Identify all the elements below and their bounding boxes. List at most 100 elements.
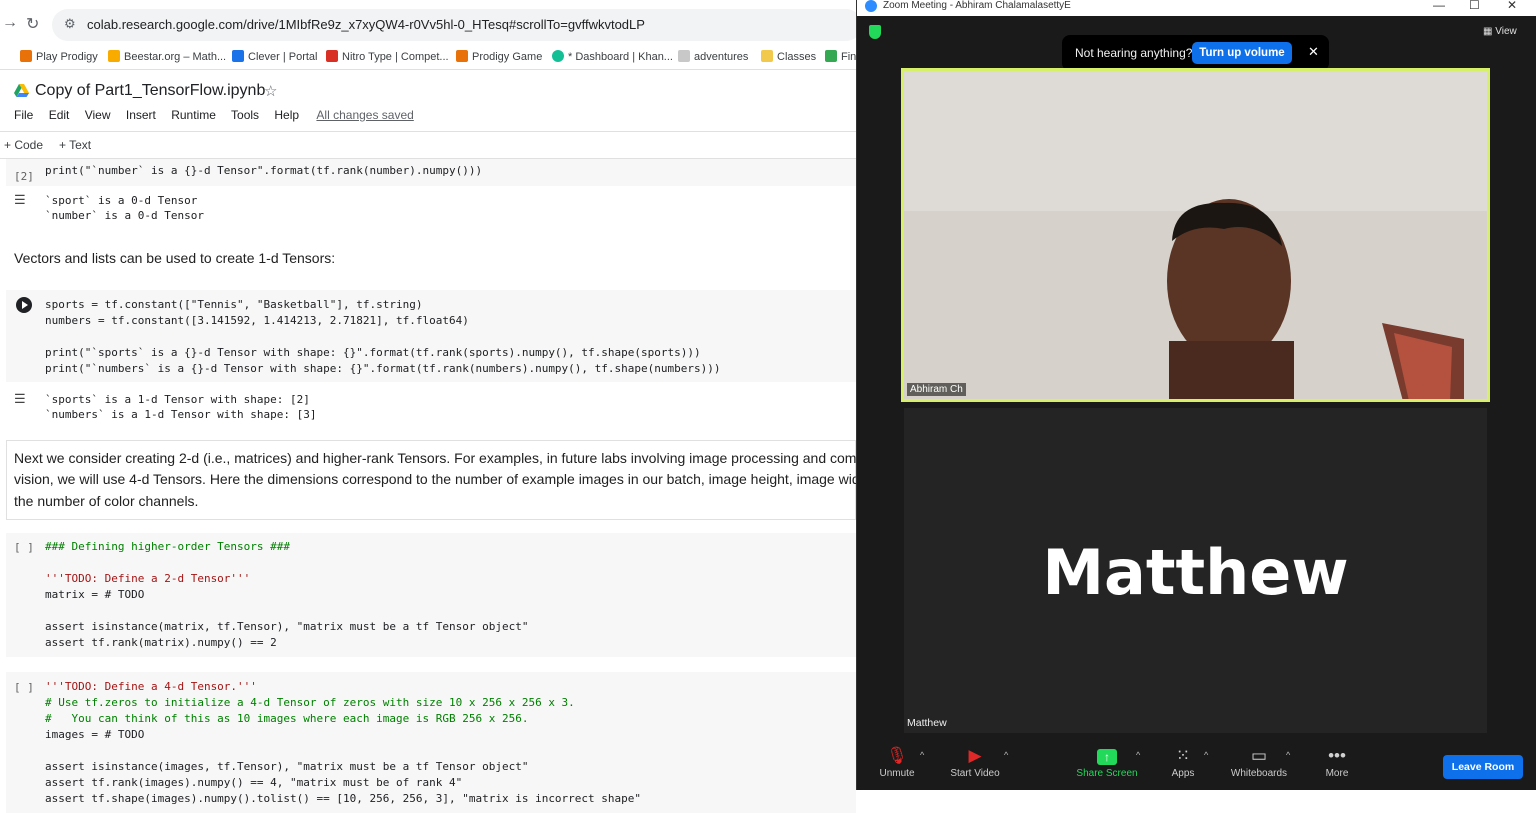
code-line[interactable]: print("`sports` is a {}-d Tensor with sh… — [45, 346, 701, 359]
reload-icon[interactable]: ↻ — [26, 14, 39, 34]
code-line[interactable]: matrix = # TODO — [45, 588, 144, 601]
bookmark-item[interactable]: Fin — [825, 50, 856, 63]
meeting-controls: 🎙 Unmute ^ ▶ Start Video ^ ↑ Share Scree… — [857, 740, 1536, 790]
menu-bar: File Edit View Insert Runtime Tools Help… — [14, 108, 426, 122]
code-line[interactable]: assert tf.shape(images).numpy().tolist()… — [45, 792, 641, 805]
menu-edit[interactable]: Edit — [49, 108, 70, 122]
output-icon[interactable]: ☰ — [14, 392, 26, 407]
code-line[interactable]: assert tf.rank(matrix).numpy() == 2 — [45, 636, 277, 649]
participant-video-tile[interactable]: Abhiram Ch — [901, 68, 1490, 402]
leave-room-button[interactable]: Leave Room — [1443, 755, 1523, 779]
prodigy-icon — [20, 50, 32, 62]
output-line: `sports` is a 1-d Tensor with shape: [2] — [45, 393, 310, 406]
participant-tile[interactable]: Matthew Matthew — [904, 408, 1487, 733]
mic-muted-icon: 🎙 — [886, 746, 908, 765]
turn-up-volume-button[interactable]: Turn up volume — [1192, 42, 1292, 64]
bookmark-item[interactable]: Classes — [761, 50, 816, 63]
maximize-icon[interactable]: ☐ — [1469, 0, 1480, 12]
run-cell-icon[interactable] — [16, 297, 32, 313]
close-banner-icon[interactable]: ✕ — [1308, 44, 1319, 60]
bookmark-item[interactable]: * Dashboard | Khan... — [552, 50, 673, 63]
save-status[interactable]: All changes saved — [316, 108, 413, 122]
code-line[interactable]: images = # TODO — [45, 728, 144, 741]
menu-tools[interactable]: Tools — [231, 108, 259, 122]
bookmark-item[interactable]: adventures — [678, 50, 748, 63]
code-line[interactable]: assert isinstance(images, tf.Tensor), "m… — [45, 760, 528, 773]
output-icon[interactable]: ☰ — [14, 193, 26, 208]
unmute-button[interactable]: 🎙 Unmute — [875, 744, 919, 779]
zoom-window-title: Zoom Meeting - Abhiram ChalamalasettyE — [883, 0, 1071, 11]
url-text: colab.research.google.com/drive/1MIbfRe9… — [87, 17, 645, 32]
cell-prompt: [2] — [14, 170, 34, 183]
cell-prompt: [ ] — [14, 541, 34, 554]
address-bar[interactable]: ⚙ colab.research.google.com/drive/1MIbfR… — [52, 9, 862, 41]
close-icon[interactable]: ✕ — [1507, 0, 1517, 12]
add-text-button[interactable]: + Text — [59, 138, 91, 152]
audio-banner: Not hearing anything? Turn up volume ✕ — [1062, 35, 1329, 71]
more-button[interactable]: ••• More — [1317, 744, 1357, 779]
site-info-icon[interactable]: ⚙ — [64, 16, 76, 32]
folder-icon — [678, 50, 690, 62]
bookmark-item[interactable]: Beestar.org – Math... — [108, 50, 226, 63]
nitro-type-icon — [326, 50, 338, 62]
whiteboard-options-caret-icon[interactable]: ^ — [1286, 750, 1290, 760]
markdown-text: vision, we will use 4-d Tensors. Here th… — [14, 471, 892, 487]
code-line[interactable]: # You can think of this as 10 images whe… — [45, 712, 528, 725]
code-line[interactable]: assert tf.rank(images).numpy() == 4, "ma… — [45, 776, 462, 789]
markdown-text: Vectors and lists can be used to create … — [14, 250, 336, 266]
prodigy-icon — [456, 50, 468, 62]
apps-options-caret-icon[interactable]: ^ — [1204, 750, 1208, 760]
colab-toolbar: + Code + Text — [0, 131, 860, 159]
bookmarks-bar: Play Prodigy Beestar.org – Math... Cleve… — [0, 44, 860, 70]
video-off-icon: ▶ — [968, 746, 982, 765]
participant-name-label: Matthew — [907, 717, 947, 729]
zoom-title-bar: Zoom Meeting - Abhiram ChalamalasettyE —… — [857, 0, 1536, 16]
add-code-button[interactable]: + Code — [4, 138, 43, 152]
menu-view[interactable]: View — [85, 108, 111, 122]
code-line[interactable]: '''TODO: Define a 4-d Tensor.''' — [45, 680, 257, 693]
bookmark-item[interactable]: Nitro Type | Compet... — [326, 50, 449, 63]
star-icon[interactable]: ☆ — [264, 82, 277, 100]
share-options-caret-icon[interactable]: ^ — [1136, 750, 1140, 760]
apps-icon: ⁙ — [1175, 746, 1191, 765]
grid-icon: ▦ — [1483, 26, 1496, 37]
video-options-caret-icon[interactable]: ^ — [1004, 750, 1008, 760]
output-line: `number` is a 0-d Tensor — [45, 209, 204, 222]
colab-header: Copy of Part1_TensorFlow.ipynb ☆ File Ed… — [0, 70, 860, 128]
code-line[interactable]: '''TODO: Define a 2-d Tensor''' — [45, 572, 250, 585]
forward-icon[interactable]: → — [2, 14, 18, 32]
code-line[interactable]: assert isinstance(matrix, tf.Tensor), "m… — [45, 620, 528, 633]
participant-video-name: Abhiram Ch — [907, 383, 966, 396]
menu-file[interactable]: File — [14, 108, 33, 122]
code-line[interactable]: sports = tf.constant(["Tennis", "Basketb… — [45, 298, 423, 311]
zoom-logo-icon — [865, 0, 877, 12]
menu-insert[interactable]: Insert — [126, 108, 156, 122]
code-line[interactable]: numbers = tf.constant([3.141592, 1.41421… — [45, 314, 469, 327]
minimize-icon[interactable]: — — [1433, 0, 1445, 12]
beestar-icon — [108, 50, 120, 62]
code-line[interactable]: ### Defining higher-order Tensors ### — [45, 540, 290, 553]
bookmark-item[interactable]: Clever | Portal — [232, 50, 318, 63]
code-line[interactable]: print("`number` is a {}-d Tensor".format… — [45, 164, 482, 177]
bookmark-item[interactable]: Prodigy Game — [456, 50, 542, 63]
output-line: `sport` is a 0-d Tensor — [45, 194, 198, 207]
share-screen-button[interactable]: ↑ Share Screen — [1075, 744, 1139, 779]
start-video-button[interactable]: ▶ Start Video — [947, 744, 1003, 779]
whiteboards-button[interactable]: ▭ Whiteboards — [1225, 744, 1293, 779]
menu-runtime[interactable]: Runtime — [171, 108, 216, 122]
markdown-text: the number of color channels. — [14, 493, 199, 509]
more-icon: ••• — [1328, 746, 1346, 765]
clever-icon — [232, 50, 244, 62]
code-line[interactable]: # Use tf.zeros to initialize a 4-d Tenso… — [45, 696, 575, 709]
code-line[interactable]: print("`numbers` is a {}-d Tensor with s… — [45, 362, 721, 375]
audio-options-caret-icon[interactable]: ^ — [920, 750, 924, 760]
notebook-title[interactable]: Copy of Part1_TensorFlow.ipynb — [35, 82, 265, 100]
encryption-shield-icon[interactable] — [869, 25, 881, 39]
folder-icon — [761, 50, 773, 62]
bookmark-item[interactable]: Play Prodigy — [20, 50, 98, 63]
view-button[interactable]: ▦ View — [1483, 26, 1517, 37]
output-line: `numbers` is a 1-d Tensor with shape: [3… — [45, 408, 317, 421]
apps-button[interactable]: ⁙ Apps — [1163, 744, 1203, 779]
drive-icon — [14, 84, 29, 97]
menu-help[interactable]: Help — [274, 108, 299, 122]
